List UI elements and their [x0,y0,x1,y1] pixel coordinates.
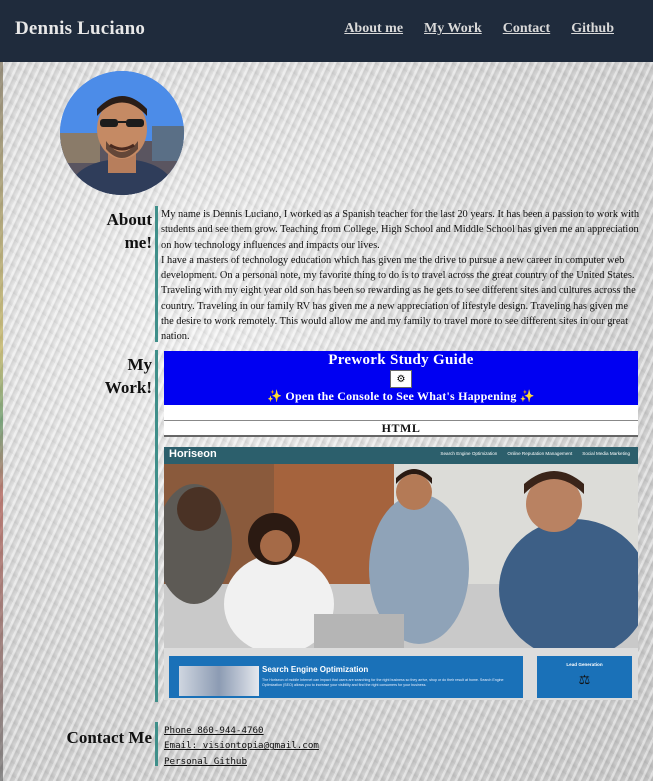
horiseon-nav-bar: Horiseon Search Engine Optimization Onli… [164,447,638,464]
seo-feature-title: Search Engine Optimization [262,665,369,674]
sparkle-icon: ✨ [267,389,283,403]
github-link[interactable]: Personal Github [164,754,319,769]
prework-study-guide-card[interactable]: Prework Study Guide ⚙ ✨ Open the Console… [164,351,638,437]
seo-feature-text: The Horiseon of mobile Internet can impa… [262,678,504,687]
about-heading: About me! [66,208,156,254]
work-heading-line2: Work! [104,378,152,397]
main-nav: About me My Work Contact Github [344,21,614,37]
console-icon: ⚙ [390,370,412,388]
hero-photo-illustration [164,464,638,648]
horiseon-nav-item: Online Reputation Management [507,451,573,456]
about-paragraph-2: I have a masters of technology education… [161,254,636,343]
nav-link-contact[interactable]: Contact [503,21,550,37]
contact-links: Phone 860-944-4760 Email: visiontopia@gm… [164,723,319,769]
horiseon-nav-item: Social Media Marketing [582,451,630,456]
site-header: Dennis Luciano About me My Work Contact … [0,0,653,62]
about-paragraph-1: My name is Dennis Luciano, I worked as a… [161,209,640,251]
profile-avatar [60,71,184,195]
horiseon-nav-links: Search Engine Optimization Online Reputa… [440,451,630,456]
horiseon-seo-feature: Search Engine Optimization The Horiseon … [169,656,523,698]
prework-title: Prework Study Guide [328,352,474,368]
horiseon-nav-item: Search Engine Optimization [440,451,498,456]
nav-link-about-me[interactable]: About me [344,21,403,37]
nav-link-my-work[interactable]: My Work [424,21,482,37]
contact-section-rule [155,722,158,766]
lead-generation-title: Lead Generation [566,662,603,667]
work-heading: My Work! [66,353,156,399]
about-text: My name is Dennis Luciano, I worked as a… [161,207,642,345]
prework-subtitle-row: ✨ Open the Console to See What's Happeni… [164,389,638,404]
horiseon-content-row: Search Engine Optimization The Horiseon … [164,648,638,700]
email-link[interactable]: Email: visiontopia@gmail.com [164,738,319,753]
prework-section-label: HTML [381,421,421,435]
work-section-rule [155,350,158,702]
prework-subtitle: Open the Console to See What's Happening [285,389,517,403]
lead-generation-icon: ⚖ [578,673,591,688]
contact-heading: Contact Me [66,728,152,747]
left-edge-decoration [0,62,3,781]
site-title: Dennis Luciano [15,18,146,39]
prework-banner: Prework Study Guide ⚙ ✨ Open the Console… [164,351,638,405]
about-heading-line2: me! [124,233,152,252]
about-section-rule [155,206,158,342]
work-heading-line1: My [127,355,152,374]
sparkle-icon: ✨ [519,389,535,403]
horiseon-hero-image [164,464,638,648]
profile-photo-illustration [60,71,184,195]
horiseon-brand: Horiseon [169,448,217,460]
about-heading-line1: About [106,210,152,229]
nav-link-github[interactable]: Github [571,21,614,37]
phone-link[interactable]: Phone 860-944-4760 [164,723,319,738]
seo-thumbnail [179,666,259,696]
horiseon-project-card[interactable]: Horiseon Search Engine Optimization Onli… [164,447,638,700]
horiseon-lead-generation: Lead Generation ⚖ [537,656,632,698]
